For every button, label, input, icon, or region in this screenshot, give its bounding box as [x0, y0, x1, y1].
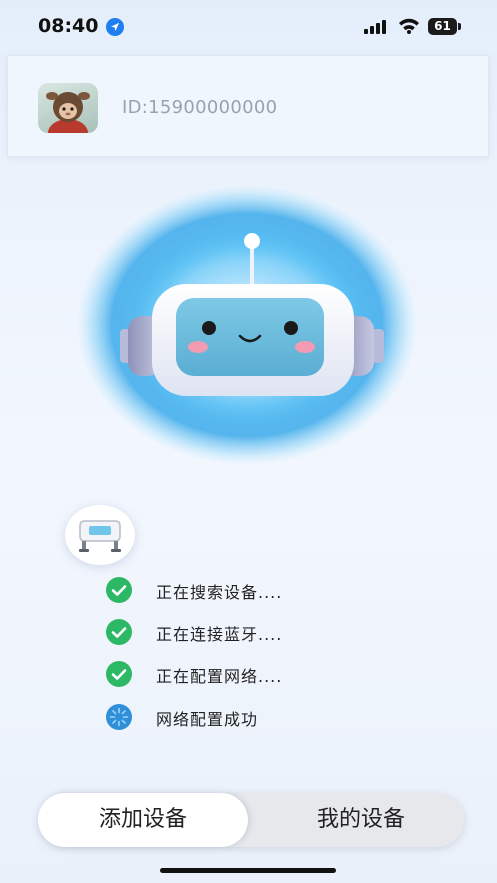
step-search-device: 正在搜索设备....	[106, 574, 366, 604]
step-label: 正在搜索设备....	[156, 583, 283, 602]
robot-headphones-icon	[78, 186, 416, 464]
check-circle-icon	[106, 619, 132, 645]
plush-doll-avatar[interactable]	[38, 83, 98, 133]
loading-spinner-icon	[106, 704, 132, 730]
step-connect-bluetooth: 正在连接蓝牙....	[106, 616, 366, 646]
step-label: 正在配置网络....	[156, 667, 283, 686]
user-id: ID:15900000000	[122, 97, 278, 118]
device-thumbnail	[65, 505, 135, 565]
profile-card[interactable]: ID:15900000000	[7, 55, 489, 157]
battery-icon: 61	[428, 18, 462, 35]
step-label: 网络配置成功	[156, 710, 259, 729]
check-circle-icon	[106, 577, 132, 603]
cellular-signal-icon	[364, 20, 386, 34]
location-arrow-icon	[106, 18, 124, 36]
tab-my-devices[interactable]: 我的设备	[258, 793, 464, 847]
tab-add-device[interactable]: 添加设备	[38, 793, 248, 847]
status-time: 08:40	[38, 15, 99, 37]
bottom-tab-bar: 我的设备 添加设备	[38, 793, 464, 847]
check-circle-icon	[106, 661, 132, 687]
step-configure-network: 正在配置网络....	[106, 658, 366, 688]
battery-level: 61	[428, 18, 457, 35]
status-bar: 08:40 61	[0, 0, 497, 54]
robot-illustration	[78, 186, 416, 464]
step-label: 正在连接蓝牙....	[156, 625, 283, 644]
wifi-icon	[399, 18, 419, 34]
step-network-success: 网络配置成功	[106, 701, 366, 731]
home-indicator[interactable]	[160, 868, 336, 873]
robot-vacuum-icon	[79, 520, 121, 552]
